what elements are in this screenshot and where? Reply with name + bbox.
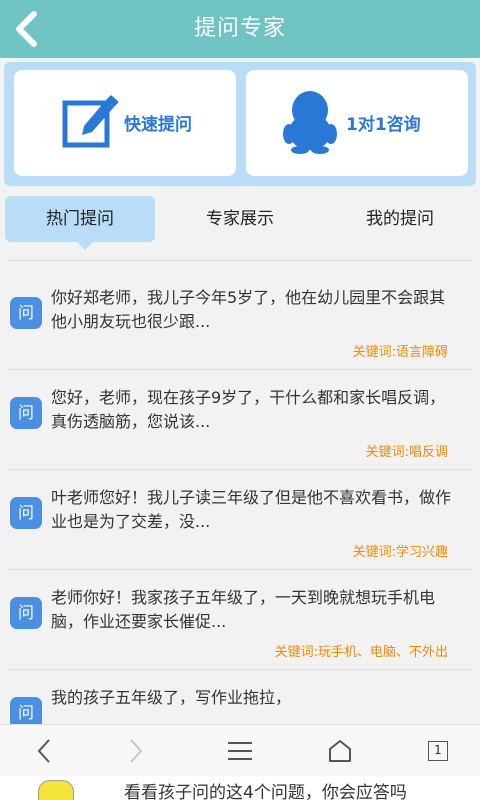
- menu-icon: [228, 742, 252, 760]
- cartoon-avatar-icon: [38, 780, 74, 800]
- banner-text: 看看孩子问的这4个问题，你会应答吗: [124, 783, 407, 800]
- question-badge-icon: 问: [10, 597, 42, 629]
- question-keyword: 关键词:语言障碍: [352, 345, 448, 360]
- list-item[interactable]: 问 老师你好！我家孩子五年级了，一天到晚就想玩手机电脑，作业还要家长催促... …: [8, 572, 472, 670]
- page-title: 提问专家: [193, 16, 286, 41]
- list-item[interactable]: 问 你好郑老师，我儿子今年5岁了，他在幼儿园里不会跟其他小朋友玩也很少跟... …: [8, 272, 472, 370]
- quick-ask-button[interactable]: 快速提问: [14, 70, 236, 176]
- nav-back-button[interactable]: [14, 725, 74, 777]
- question-keyword: 关键词:唱反调: [365, 445, 448, 460]
- one-on-one-consult-label: 1对1咨询: [346, 115, 421, 135]
- quick-ask-label: 快速提问: [124, 115, 192, 135]
- chevron-right-icon: [130, 739, 143, 763]
- question-text: 我的孩子五年级了，写作业拖拉，: [51, 688, 292, 707]
- chevron-left-icon: [37, 739, 50, 763]
- qq-penguin-icon: [283, 91, 337, 154]
- list-item[interactable]: 问 我的孩子五年级了，写作业拖拉，: [8, 672, 472, 724]
- tab-my-questions[interactable]: 我的提问: [325, 196, 475, 242]
- question-text: 你好郑老师，我儿子今年5岁了，他在幼儿园里不会跟其他小朋友玩也很少跟...: [51, 288, 446, 331]
- nav-forward-button[interactable]: [106, 725, 166, 777]
- question-badge-icon: 问: [10, 697, 42, 724]
- question-badge-icon: 问: [10, 397, 42, 429]
- question-text: 老师你好！我家孩子五年级了，一天到晚就想玩手机电脑，作业还要家长催促...: [51, 588, 436, 631]
- edit-icon: [62, 95, 118, 148]
- action-panel: 快速提问 1对1咨询: [4, 62, 476, 186]
- one-on-one-consult-button[interactable]: 1对1咨询: [246, 70, 468, 176]
- question-text: 您好，老师，现在孩子9岁了，干什么都和家长唱反调，真伤透脑筋，您说该...: [51, 388, 446, 431]
- tab-count: 1: [434, 743, 442, 757]
- menu-button[interactable]: [210, 725, 270, 777]
- app-header: 提问专家: [0, 0, 480, 58]
- home-button[interactable]: [310, 725, 370, 777]
- list-item[interactable]: 问 您好，老师，现在孩子9岁了，干什么都和家长唱反调，真伤透脑筋，您说该... …: [8, 372, 472, 470]
- tab-expert-showcase[interactable]: 专家展示: [165, 196, 315, 242]
- question-badge-icon: 问: [10, 297, 42, 329]
- browser-bottom-nav: 1: [0, 724, 480, 776]
- tab-hot-questions[interactable]: 热门提问: [5, 196, 155, 250]
- question-keyword: 关键词:学习兴趣: [352, 545, 448, 560]
- promo-banner[interactable]: 看看孩子问的这4个问题，你会应答吗: [0, 776, 480, 800]
- divider: [8, 260, 472, 261]
- question-text: 叶老师您好！我儿子读三年级了但是他不喜欢看书，做作业也是为了交差，没...: [51, 488, 452, 531]
- tab-bar: 热门提问 专家展示 我的提问: [0, 196, 480, 250]
- question-badge-icon: 问: [10, 497, 42, 529]
- question-list: 问 你好郑老师，我儿子今年5岁了，他在幼儿园里不会跟其他小朋友玩也很少跟... …: [0, 260, 480, 724]
- tab-count-icon: 1: [428, 741, 448, 761]
- list-item[interactable]: 问 叶老师您好！我儿子读三年级了但是他不喜欢看书，做作业也是为了交差，没... …: [8, 472, 472, 570]
- home-icon: [329, 740, 351, 762]
- question-keyword: 关键词:玩手机、电脑、不外出: [274, 645, 448, 660]
- tabs-button[interactable]: 1: [408, 725, 468, 777]
